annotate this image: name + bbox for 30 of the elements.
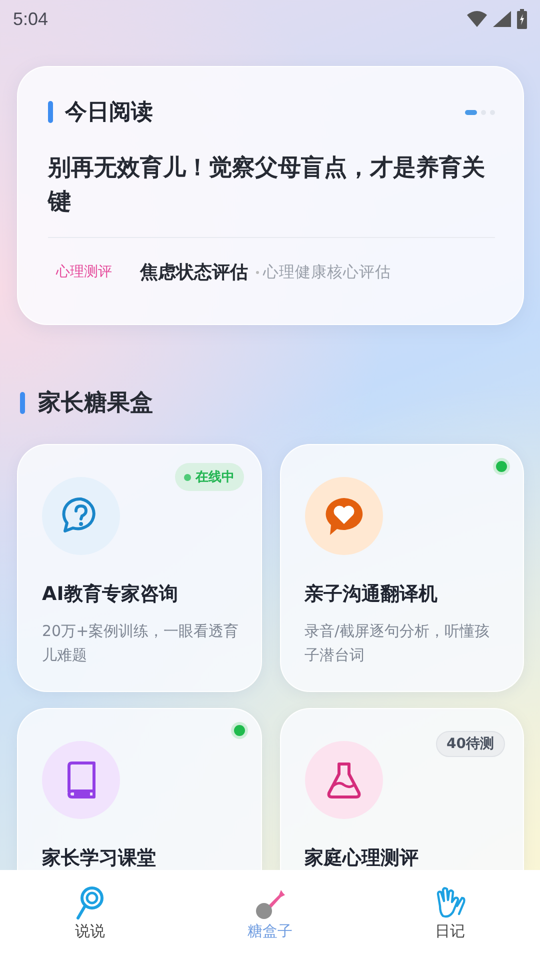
feature-card[interactable]: 家长学习课堂 (17, 708, 262, 872)
accent-bar (48, 101, 53, 123)
feature-card[interactable]: 40待测 家庭心理测评 (280, 708, 524, 872)
article-headline: 别再无效育儿！觉察父母盲点，才是养育关键 (48, 154, 486, 217)
online-dot (234, 725, 244, 736)
card-title: 家庭心理测评 (304, 846, 420, 871)
card-title: AI教育专家咨询 (42, 582, 179, 607)
category-tag: 心理测评 (48, 261, 120, 283)
section-title: 今日阅读 (65, 99, 154, 127)
test-subtitle: 心理健康核心评估 (263, 262, 391, 282)
reading-card[interactable]: 今日阅读 别再无效育儿！觉察父母盲点，才是养育关键 心理测评 焦虑状态评估 心理健康核心评估 (17, 66, 524, 325)
status-badge: 在线中 (174, 463, 244, 491)
card-description: 20万+案例训练，一眼看透育儿难题 (42, 621, 240, 666)
wifi-icon (466, 10, 488, 28)
battery-icon (516, 9, 528, 29)
nav-tab[interactable]: 日记 (370, 870, 530, 960)
accent-bar (20, 392, 25, 414)
section-title: 家长糖果盒 (38, 389, 153, 418)
online-dot (496, 461, 507, 472)
test-title: 焦虑状态评估 (140, 261, 248, 284)
card-title: 亲子沟通翻译机 (304, 582, 438, 607)
feature-card[interactable]: 亲子沟通翻译机 录音/截屏逐句分析，听懂孩子潜台词 (280, 444, 524, 692)
card-title: 家长学习课堂 (42, 846, 157, 871)
count-badge: 40待测 (436, 731, 505, 757)
status-time: 5:04 (13, 8, 48, 30)
feature-card[interactable]: 在线中 AI教育专家咨询 20万+案例训练，一眼看透育儿难题 (17, 444, 262, 692)
card-description: 录音/截屏逐句分析，听懂孩子潜台词 (304, 621, 491, 666)
nav-tab[interactable]: 说说 (10, 870, 170, 960)
signal-icon (492, 10, 512, 28)
lollipop-icon (75, 886, 105, 920)
